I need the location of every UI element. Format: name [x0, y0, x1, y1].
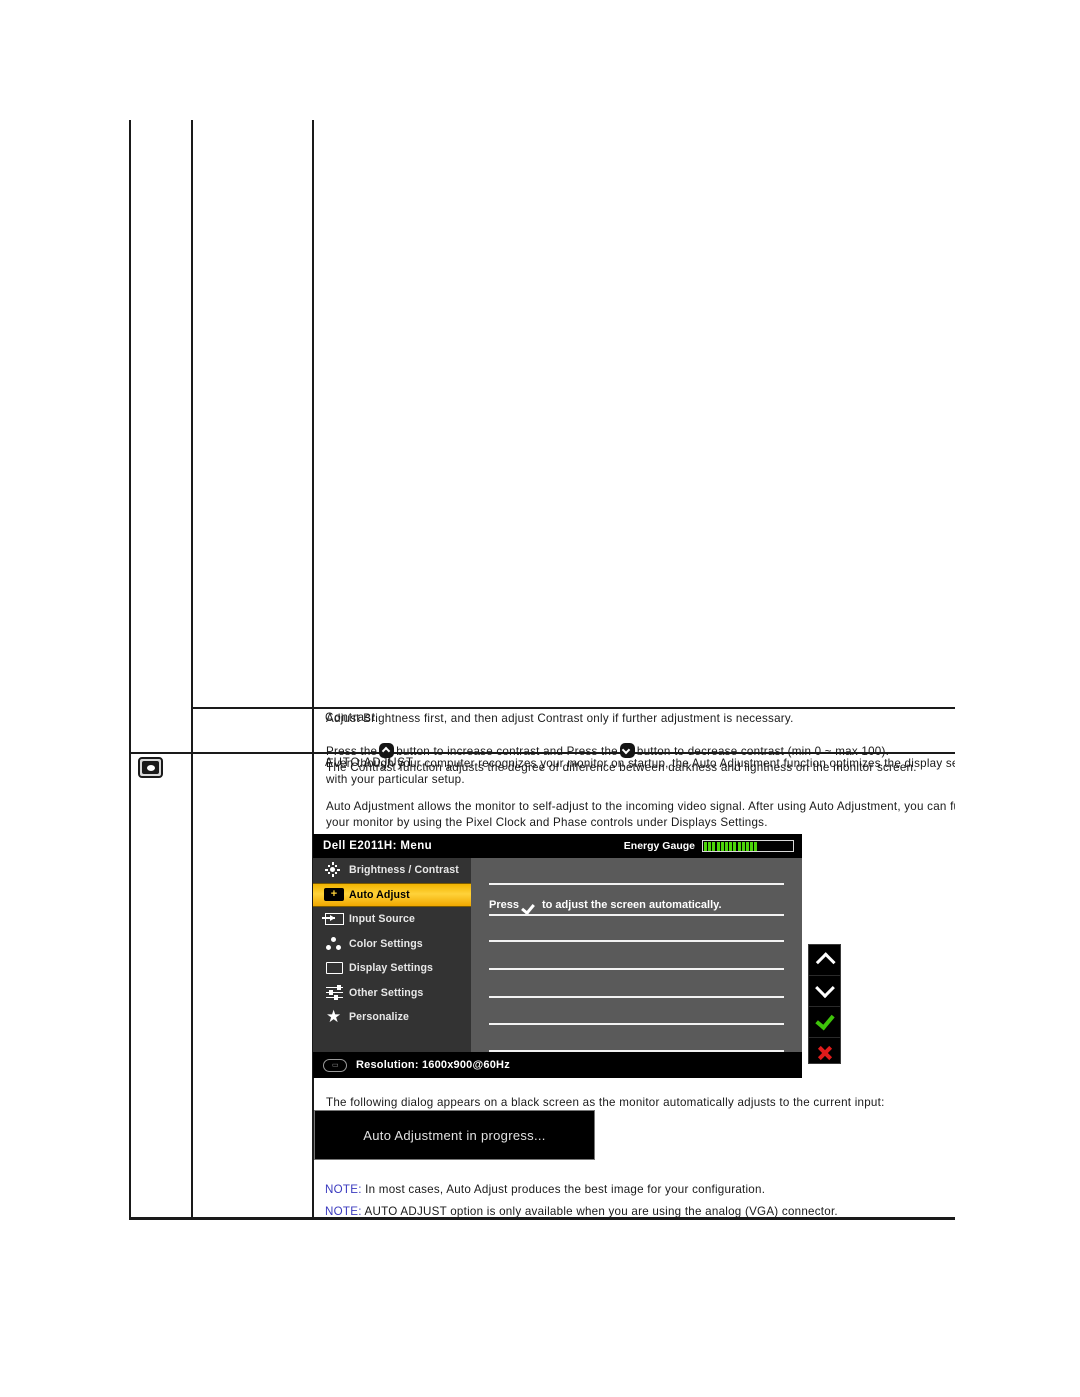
table-border-icon-column: [191, 120, 193, 1220]
energy-gauge-segment: [729, 841, 733, 851]
osd-menu-item-display-settings[interactable]: Display Settings: [313, 956, 471, 981]
osd-content-divider: [489, 968, 784, 970]
ok-button[interactable]: [809, 1007, 840, 1038]
energy-gauge-segment: [771, 841, 774, 851]
energy-gauge-segment: [758, 841, 762, 851]
auto-adjust-icon: [138, 757, 163, 778]
energy-gauge-label: Energy Gauge: [623, 840, 695, 852]
energy-gauge-segment: [724, 841, 728, 851]
chevron-down-icon: [814, 978, 835, 999]
energy-gauge-segment: [720, 841, 724, 851]
osd-menu-item-label: Color Settings: [349, 937, 423, 950]
energy-gauge-segment: [750, 841, 754, 851]
auto-adjustment-progress-dialog: Auto Adjustment in progress...: [314, 1110, 595, 1160]
contrast-paragraph-1: Adjust Brightness first, and then adjust…: [326, 712, 794, 725]
osd-menu-list[interactable]: Brightness / Contrast + Auto Adjust Input S…: [313, 858, 471, 1052]
osd-title: Dell E2011H: Menu: [323, 840, 433, 852]
energy-gauge-segment: [712, 841, 716, 851]
osd-content-divider: [489, 996, 784, 998]
star-icon: ★: [326, 1007, 342, 1027]
energy-gauge-segment: [737, 841, 741, 851]
check-icon: [523, 898, 538, 911]
auto-adjust-icon-pupil: [146, 764, 155, 771]
osd-menu-screenshot: Dell E2011H: Menu Energy Gauge Brightnes…: [313, 834, 802, 1078]
energy-gauge-bar: [702, 840, 794, 852]
note-1-tag: NOTE:: [325, 1183, 362, 1196]
dialog-intro-text: The following dialog appears on a black …: [326, 1096, 885, 1109]
auto-paragraph-2-line-2: your monitor by using the Pixel Clock an…: [326, 816, 768, 829]
close-icon: [817, 1045, 833, 1061]
chevron-up-icon: [815, 952, 836, 973]
auto-adjust-icon: +: [319, 885, 349, 905]
other-settings-icon: [319, 983, 349, 1003]
brightness-icon: [319, 860, 349, 880]
energy-gauge-segment: [704, 841, 707, 851]
osd-menu-item-auto-adjust[interactable]: + Auto Adjust: [313, 882, 471, 907]
color-settings-icon: [319, 934, 349, 954]
note-1: NOTE: In most cases, Auto Adjust produce…: [325, 1183, 765, 1196]
note-2-text: AUTO ADJUST option is only available whe…: [361, 1205, 838, 1218]
auto-paragraph-2-line-1: Auto Adjustment allows the monitor to se…: [326, 800, 955, 813]
osd-content-divider: [489, 883, 784, 885]
osd-content-divider: [489, 914, 784, 916]
osd-menu-item-label: Personalize: [349, 1011, 409, 1024]
energy-gauge-segment: [754, 841, 758, 851]
energy-gauge-segment: [708, 841, 712, 851]
osd-content-panel: Press to adjust the screen automatically…: [471, 858, 802, 1052]
auto-adjust-icon-inner: [142, 761, 159, 774]
osd-menu-item-label: Brightness / Contrast: [349, 864, 459, 877]
osd-menu-item-input-source[interactable]: Input Source: [313, 907, 471, 932]
osd-content-divider: [489, 1023, 784, 1025]
energy-gauge-segment: [741, 841, 745, 851]
osd-menu-item-personalize[interactable]: ★ Personalize: [313, 1005, 471, 1030]
osd-menu-item-brightness-contrast[interactable]: Brightness / Contrast: [313, 858, 471, 883]
exit-button[interactable]: [809, 1038, 840, 1068]
osd-menu-item-label: Display Settings: [349, 962, 434, 975]
osd-press-before: Press: [489, 898, 519, 911]
energy-gauge-segment: [766, 841, 770, 851]
energy-gauge-segment: [716, 841, 720, 851]
osd-content-divider: [489, 940, 784, 942]
osd-footer: ▭ Resolution: 1600x900@60Hz: [313, 1052, 802, 1078]
energy-gauge-segment: [733, 841, 737, 851]
osd-header: Dell E2011H: Menu Energy Gauge: [313, 834, 802, 858]
auto-paragraph-1-line-1: Even though your computer recognizes you…: [326, 757, 955, 770]
energy-gauge-segment: [745, 841, 749, 851]
osd-menu-item-label: Other Settings: [349, 986, 424, 999]
check-icon: [815, 1009, 835, 1030]
auto-paragraph-1-line-2: with your particular setup.: [326, 773, 465, 786]
progress-dialog-message: Auto Adjustment in progress...: [363, 1127, 546, 1143]
osd-menu-item-label: Input Source: [349, 913, 415, 926]
display-settings-icon: [319, 958, 349, 978]
monitor-icon: ▭: [323, 1058, 347, 1072]
energy-gauge-segment: [762, 841, 766, 851]
osd-press-instruction: Press to adjust the screen automatically…: [489, 898, 722, 911]
table-border-left: [129, 120, 131, 1220]
osd-button-strip[interactable]: [808, 944, 841, 1064]
note-2-tag: NOTE:: [325, 1205, 362, 1218]
up-button[interactable]: [809, 945, 840, 976]
down-button[interactable]: [809, 976, 840, 1007]
osd-menu-item-label: Auto Adjust: [349, 888, 410, 901]
energy-gauge-group: Energy Gauge: [624, 840, 794, 852]
osd-menu-item-other-settings[interactable]: Other Settings: [313, 981, 471, 1006]
note-1-text: In most cases, Auto Adjust produces the …: [361, 1183, 766, 1196]
input-source-icon: [319, 909, 349, 929]
resolution-text: Resolution: 1600x900@60Hz: [356, 1059, 510, 1071]
note-2: NOTE: AUTO ADJUST option is only availab…: [325, 1205, 838, 1218]
osd-press-after: to adjust the screen automatically.: [541, 898, 722, 911]
osd-menu-item-color-settings[interactable]: Color Settings: [313, 932, 471, 957]
